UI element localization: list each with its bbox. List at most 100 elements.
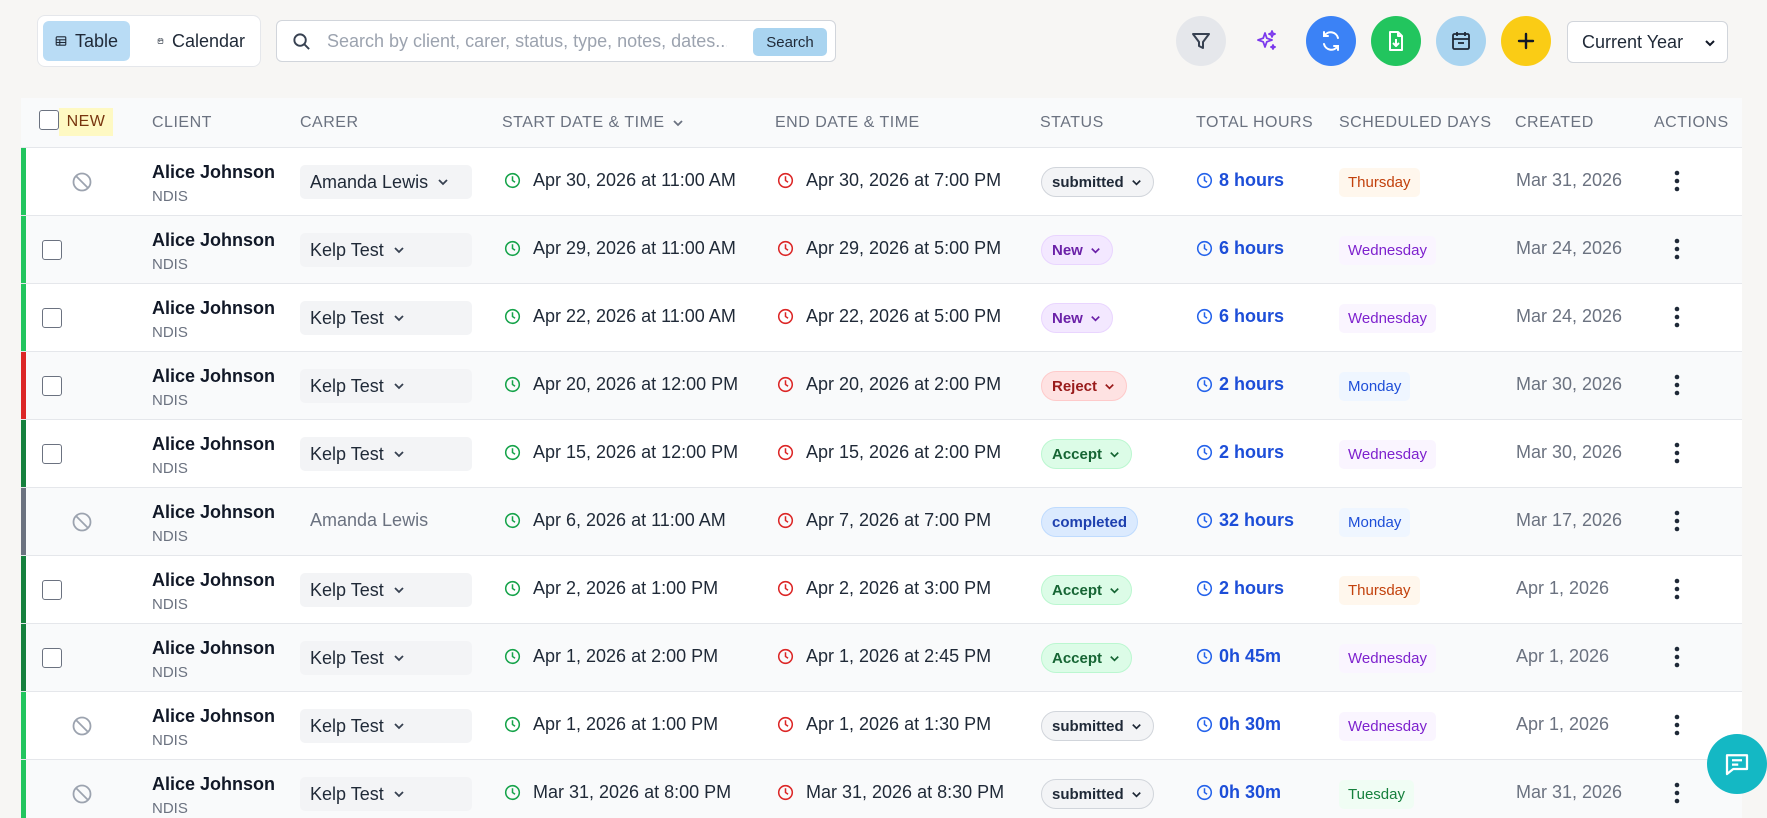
add-button[interactable] (1501, 16, 1551, 66)
carer-select[interactable]: Kelp Test (300, 233, 472, 267)
client-name[interactable]: Alice Johnson (152, 230, 275, 251)
carer-select[interactable]: Kelp Test (300, 777, 472, 811)
carer-select[interactable]: Kelp Test (300, 573, 472, 607)
search-input[interactable] (327, 27, 727, 55)
calendar-edit-icon (1452, 32, 1470, 50)
carer-select[interactable]: Amanda Lewis (300, 165, 472, 199)
client-name[interactable]: Alice Johnson (152, 502, 275, 523)
row-checkbox[interactable] (42, 648, 62, 668)
more-actions-icon[interactable] (1667, 712, 1687, 738)
start-datetime: Mar 31, 2026 at 8:00 PM (504, 782, 731, 803)
more-actions-icon[interactable] (1667, 508, 1687, 534)
more-actions-icon[interactable] (1667, 372, 1687, 398)
end-clock-icon (777, 308, 794, 325)
status-badge[interactable]: Reject (1041, 371, 1128, 401)
total-hours-text: 2 hours (1219, 374, 1285, 394)
table-row[interactable]: Alice Johnson NDIS Kelp Test Mar 31, 2026 a… (21, 760, 1742, 818)
status-badge[interactable]: Accept (1041, 643, 1133, 673)
status-badge[interactable]: Accept (1041, 439, 1133, 469)
carer-select[interactable]: Kelp Test (300, 369, 472, 403)
created-date: Mar 24, 2026 (1516, 238, 1623, 258)
client-name[interactable]: Alice Johnson (152, 774, 275, 795)
end-datetime-text: Apr 22, 2026 at 5:00 PM (806, 306, 1002, 326)
row-checkbox[interactable] (42, 308, 62, 328)
more-actions-icon[interactable] (1667, 780, 1687, 806)
more-actions-icon[interactable] (1667, 168, 1687, 194)
carer-name: Amanda Lewis (310, 510, 429, 530)
search-button[interactable]: Search (753, 28, 827, 56)
row-checkbox[interactable] (42, 240, 62, 260)
table-row[interactable]: Alice Johnson NDIS Kelp Test Apr 20, 2026 a… (21, 352, 1742, 420)
start-datetime-text: Apr 22, 2026 at 11:00 AM (533, 306, 736, 326)
header-start[interactable]: START DATE & TIME (502, 98, 685, 148)
status-badge[interactable]: New (1041, 303, 1113, 333)
select-all-checkbox[interactable] (39, 110, 59, 130)
total-hours: 0h 30m (1196, 714, 1281, 735)
carer-select[interactable]: Kelp Test (300, 709, 472, 743)
table-row[interactable]: Alice Johnson NDIS Amanda Lewis Apr 6, 2026… (21, 488, 1742, 556)
view-table-button[interactable]: Table (43, 21, 130, 61)
status-badge[interactable]: submitted (1041, 167, 1154, 197)
table-row[interactable]: Alice Johnson NDIS Kelp Test Apr 1, 2026 at… (21, 624, 1742, 692)
more-actions-icon[interactable] (1667, 236, 1687, 262)
table-row[interactable]: Alice Johnson NDIS Kelp Test Apr 22, 2026 a… (21, 284, 1742, 352)
row-checkbox[interactable] (42, 580, 62, 600)
status-badge[interactable]: submitted (1041, 711, 1154, 741)
total-hours: 2 hours (1196, 374, 1284, 395)
chevron-down-icon (1091, 315, 1100, 322)
chevron-down-icon (394, 655, 404, 662)
year-filter-select[interactable]: Current Year (1567, 21, 1728, 63)
more-actions-icon[interactable] (1667, 304, 1687, 330)
client-name[interactable]: Alice Johnson (152, 706, 275, 727)
carer-select[interactable]: Kelp Test (300, 641, 472, 675)
end-datetime-text: Apr 29, 2026 at 5:00 PM (806, 238, 1002, 258)
carer-select[interactable]: Kelp Test (300, 437, 472, 471)
end-clock-icon (777, 376, 794, 393)
created-date: Mar 17, 2026 (1516, 510, 1623, 530)
chat-button[interactable] (1707, 734, 1767, 794)
end-datetime-text: Apr 7, 2026 at 7:00 PM (806, 510, 992, 530)
table-row[interactable]: Alice Johnson NDIS Kelp Test Apr 15, 2026 a… (21, 420, 1742, 488)
table-row[interactable]: Alice Johnson NDIS Kelp Test Apr 1, 2026 at… (21, 692, 1742, 760)
chevron-down-icon (394, 791, 404, 798)
filter-button[interactable] (1176, 16, 1226, 66)
scheduled-day-badge: Monday (1339, 372, 1411, 401)
client-name[interactable]: Alice Johnson (152, 638, 275, 659)
ai-button[interactable] (1241, 16, 1291, 66)
calendar-icon (157, 38, 164, 44)
status-badge[interactable]: submitted (1041, 779, 1154, 809)
table-row[interactable]: Alice Johnson NDIS Kelp Test Apr 2, 2026 at… (21, 556, 1742, 624)
client-name[interactable]: Alice Johnson (152, 434, 275, 455)
table-row[interactable]: Alice Johnson NDIS Kelp Test Apr 29, 2026 a… (21, 216, 1742, 284)
carer-select[interactable]: Kelp Test (300, 301, 472, 335)
end-datetime-text: Apr 30, 2026 at 7:00 PM (806, 170, 1002, 190)
status-badge[interactable]: New (1041, 235, 1113, 265)
end-clock-icon (777, 444, 794, 461)
view-calendar-button[interactable]: Calendar (145, 21, 257, 61)
table-row[interactable]: Alice Johnson NDIS Amanda Lewis Apr 30, 202… (21, 148, 1742, 216)
hours-clock-icon (1196, 376, 1213, 393)
schedule-button[interactable] (1436, 16, 1486, 66)
more-actions-icon[interactable] (1667, 440, 1687, 466)
end-clock-icon (777, 240, 794, 257)
more-actions-icon[interactable] (1667, 576, 1687, 602)
row-checkbox[interactable] (42, 376, 62, 396)
search-bar: Search (276, 20, 836, 62)
scheduled-day-badge: Wednesday (1339, 440, 1436, 469)
refresh-button[interactable] (1306, 16, 1356, 66)
more-actions-icon[interactable] (1667, 644, 1687, 670)
row-checkbox[interactable] (42, 444, 62, 464)
client-name[interactable]: Alice Johnson (152, 162, 275, 183)
client-name[interactable]: Alice Johnson (152, 298, 275, 319)
export-button[interactable] (1371, 16, 1421, 66)
carer-name: Kelp Test (310, 307, 384, 328)
status-badge[interactable]: Accept (1041, 575, 1133, 605)
end-clock-icon (777, 512, 794, 529)
chevron-down-icon (1091, 247, 1100, 254)
client-name[interactable]: Alice Johnson (152, 366, 275, 387)
view-table-label: Table (74, 30, 118, 51)
start-datetime: Apr 20, 2026 at 12:00 PM (504, 374, 738, 395)
start-clock-icon (504, 444, 521, 461)
client-name[interactable]: Alice Johnson (152, 570, 275, 591)
chevron-down-icon (1131, 723, 1141, 730)
